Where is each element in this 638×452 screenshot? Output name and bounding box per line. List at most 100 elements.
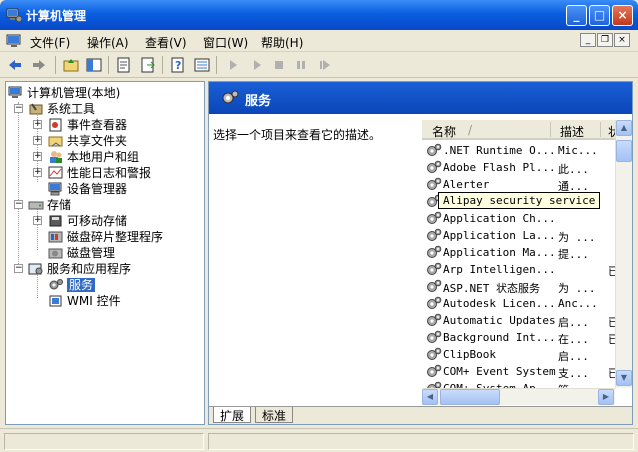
table-row[interactable]: .NET Runtime O... Mic... (422, 142, 632, 159)
back-arrow-icon[interactable] (6, 56, 24, 74)
mdi-restore-button[interactable]: ❐ (597, 33, 613, 47)
forward-arrow-icon[interactable] (30, 56, 48, 74)
table-row[interactable]: Application Ma... 提... (422, 244, 632, 261)
service-description: 启... (558, 350, 589, 363)
column-name-header[interactable]: 名称 (432, 123, 456, 140)
pause-icon[interactable] (292, 56, 310, 74)
service-gear-icon (426, 160, 442, 175)
gears-icon (222, 90, 239, 104)
console-tree[interactable]: 计算机管理(本地) − 系统工具 + 事件查看器 + 共享文件夹 + 本地用户和… (5, 81, 205, 425)
expander-shared-folders[interactable]: + (33, 136, 42, 145)
tree-item-performance-logs[interactable]: 性能日志和警报 (48, 164, 151, 180)
expander-performance-logs[interactable]: + (33, 168, 42, 177)
services-list[interactable]: 名称 / 描述 状 .NET Runtime O... Mic... Adobe F… (422, 120, 632, 406)
tools-icon (29, 102, 43, 114)
tree-item-wmi-control[interactable]: WMI 控件 (48, 292, 121, 308)
window-title-bar[interactable]: 计算机管理 _ □ × (0, 0, 638, 30)
tree-item-removable-storage[interactable]: 可移动存储 (48, 212, 127, 228)
console-icon[interactable] (6, 33, 22, 49)
mdi-minimize-button[interactable]: _ (580, 33, 596, 47)
scroll-up-button[interactable]: ▲ (616, 120, 632, 136)
tree-item-storage[interactable]: 存储 (28, 196, 71, 212)
scroll-down-button[interactable]: ▼ (616, 370, 632, 386)
service-gear-icon (426, 364, 442, 379)
details-pane: 服务 选择一个项目来查看它的描述。 名称 / 描述 状 .NET Runtime… (208, 81, 633, 425)
status-bar (0, 428, 638, 452)
scroll-right-button[interactable]: ▶ (598, 389, 614, 405)
description-text: 选择一个项目来查看它的描述。 (213, 128, 382, 142)
help-icon[interactable]: ? (169, 56, 187, 74)
tree-item-event-viewer[interactable]: 事件查看器 (48, 116, 127, 132)
up-folder-icon[interactable] (62, 56, 80, 74)
horizontal-scroll-thumb[interactable] (440, 389, 500, 405)
tree-item-disk-defragmenter[interactable]: 磁盘碎片整理程序 (48, 228, 163, 244)
table-row[interactable]: Adobe Flash Pl... 此... (422, 159, 632, 176)
properties-icon[interactable] (115, 56, 133, 74)
expander-removable-storage[interactable]: + (33, 216, 42, 225)
table-row[interactable]: Arp Intelligen... 已 (422, 261, 632, 278)
tree-root[interactable]: 计算机管理(本地) (8, 84, 120, 100)
table-row[interactable]: Alerter 通... (422, 176, 632, 193)
table-row[interactable]: Automatic Updates 启... 已 (422, 312, 632, 329)
tree-item-device-manager[interactable]: 设备管理器 (48, 180, 127, 196)
expander-services-apps[interactable]: − (14, 264, 23, 273)
window-title: 计算机管理 (26, 9, 87, 23)
menu-file[interactable]: 文件(F) (30, 34, 70, 51)
computer-management-icon (6, 8, 22, 23)
table-row[interactable]: Application Ch... (422, 210, 632, 227)
name-tooltip: Alipay security service (438, 192, 601, 209)
expander-system-tools[interactable]: − (14, 104, 23, 113)
service-description: 支... (558, 367, 589, 380)
menu-view[interactable]: 查看(V) (145, 34, 187, 51)
table-row[interactable]: ASP.NET 状态服务 为 ... (422, 278, 632, 295)
tree-item-disk-management[interactable]: 磁盘管理 (48, 244, 115, 260)
column-description-header[interactable]: 描述 (560, 123, 584, 140)
tree-item-system-tools[interactable]: 系统工具 (28, 100, 95, 116)
service-name: ClipBook (443, 348, 496, 361)
table-row[interactable]: ClipBook 启... (422, 346, 632, 363)
service-gear-icon (426, 313, 442, 328)
service-description: 此... (558, 163, 589, 176)
tree-item-services-apps[interactable]: 服务和应用程序 (28, 260, 131, 276)
scroll-thumb[interactable] (616, 140, 632, 162)
service-name: Background Int... (443, 331, 556, 344)
disk-management-icon (48, 248, 63, 258)
menu-window[interactable]: 窗口(W) (203, 34, 248, 51)
tab-standard[interactable]: 标准 (255, 407, 294, 423)
play-alt-icon[interactable] (248, 56, 266, 74)
service-gear-icon (426, 177, 442, 192)
toolbar: ? (0, 52, 638, 78)
table-row[interactable]: Background Int... 在... 已 (422, 329, 632, 346)
expander-storage[interactable]: − (14, 200, 23, 209)
close-button[interactable]: × (612, 5, 633, 26)
restart-icon[interactable] (316, 56, 334, 74)
tree-item-services[interactable]: 服务 (48, 276, 96, 292)
tab-extended[interactable]: 扩展 (213, 407, 252, 423)
stop-icon[interactable] (270, 56, 288, 74)
wmi-icon (49, 295, 62, 306)
show-hide-tree-icon[interactable] (85, 56, 103, 74)
svg-text:?: ? (175, 59, 181, 72)
view-icon[interactable] (193, 56, 211, 74)
tree-item-local-users[interactable]: 本地用户和组 (48, 148, 139, 164)
gears-icon (49, 278, 63, 289)
horizontal-scrollbar[interactable]: ◀ ▶ (422, 388, 615, 405)
menu-action[interactable]: 操作(A) (87, 34, 129, 51)
minimize-button[interactable]: _ (566, 5, 587, 26)
table-row[interactable]: Application La... 为 ... (422, 227, 632, 244)
expander-event-viewer[interactable]: + (33, 120, 42, 129)
maximize-button[interactable]: □ (589, 5, 610, 26)
service-gear-icon (426, 143, 442, 158)
service-name: Alerter (443, 178, 490, 191)
tree-item-shared-folders[interactable]: 共享文件夹 (48, 132, 127, 148)
table-row[interactable]: Autodesk Licen... Anc... (422, 295, 632, 312)
scroll-left-button[interactable]: ◀ (422, 389, 438, 405)
service-gear-icon (426, 347, 442, 362)
vertical-scrollbar[interactable]: ▲ ▼ (615, 120, 632, 388)
menu-help[interactable]: 帮助(H) (261, 34, 303, 51)
table-row[interactable]: COM+ Event System 支... 已 (422, 363, 632, 380)
mdi-close-button[interactable]: × (614, 33, 630, 47)
expander-local-users[interactable]: + (33, 152, 42, 161)
export-list-icon[interactable] (139, 56, 157, 74)
play-icon[interactable] (224, 56, 242, 74)
